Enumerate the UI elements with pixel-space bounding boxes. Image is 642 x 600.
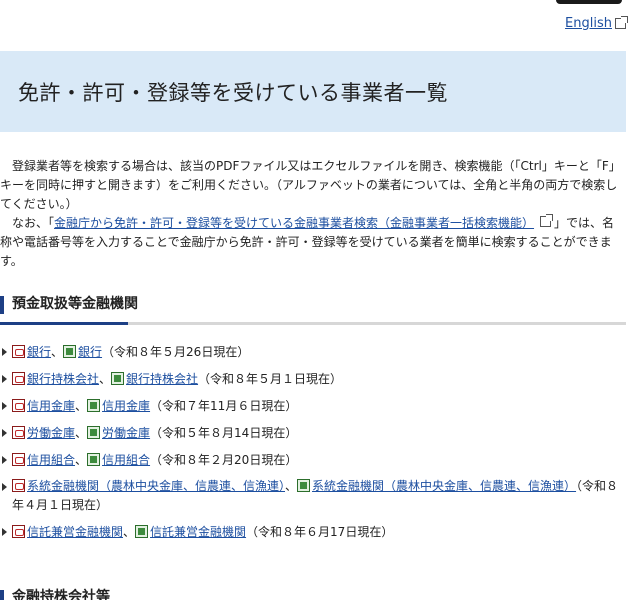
- list-item: 信用組合、 信用組合（令和８年２月20日現在）: [0, 450, 626, 470]
- pdf-link[interactable]: 信託兼営金融機関: [27, 525, 123, 539]
- language-switch[interactable]: English: [565, 16, 628, 31]
- as-of-date: （令和８年５月26日現在）: [102, 345, 250, 359]
- pdf-file-icon: [12, 479, 25, 492]
- excel-file-icon: [63, 345, 77, 358]
- separator: 、: [99, 372, 112, 386]
- bulk-search-link[interactable]: 金融庁から免許・許可・登録等を受けている金融事業者検索（金融事業者一括検索機能）: [54, 216, 534, 230]
- page-title-band: 免許・許可・登録等を受けている事業者一覧: [0, 51, 626, 132]
- section-heading-holding-companies: 金融持株会社等: [0, 589, 200, 600]
- as-of-date: （令和８年５月１日現在）: [198, 372, 343, 386]
- intro-paragraph-1: 登録業者等を検索する場合は、該当のPDFファイル又はエクセルファイルを開き、検索…: [0, 159, 621, 211]
- list-item: 信用金庫、 信用金庫（令和７年11月６日現在）: [0, 396, 626, 416]
- separator: 、: [75, 453, 88, 467]
- as-of-date: （令和７年11月６日現在）: [150, 399, 298, 413]
- excel-link[interactable]: 労働金庫: [102, 426, 150, 440]
- separator: 、: [75, 399, 88, 413]
- as-of-date: （令和８年６月17日現在）: [246, 525, 394, 539]
- section-title: 金融持株会社等: [12, 589, 110, 600]
- excel-link[interactable]: 信用金庫: [102, 399, 150, 413]
- excel-link[interactable]: 銀行: [78, 345, 102, 359]
- excel-file-icon: [111, 372, 125, 385]
- external-link-icon: [615, 16, 628, 29]
- separator: 、: [75, 426, 88, 440]
- intro-paragraph-2: なお、「金融庁から免許・許可・登録等を受けている金融事業者検索（金融事業者一括検…: [0, 214, 626, 271]
- section-heading-deposit-institutions: 預金取扱等金融機関: [0, 292, 626, 325]
- separator: 、: [285, 479, 298, 493]
- list-item: 銀行、 銀行（令和８年５月26日現在）: [0, 342, 626, 362]
- institution-list: 銀行、 銀行（令和８年５月26日現在） 銀行持株会社、 銀行持株会社（令和８年５月１…: [0, 342, 626, 549]
- pdf-file-icon: [12, 426, 25, 439]
- separator: 、: [123, 525, 136, 539]
- excel-link[interactable]: 信用組合: [102, 453, 150, 467]
- as-of-date: （令和５年８月14日現在）: [150, 426, 298, 440]
- list-item: 銀行持株会社、 銀行持株会社（令和８年５月１日現在）: [0, 369, 626, 389]
- pdf-link[interactable]: 信用組合: [27, 453, 75, 467]
- excel-link[interactable]: 信託兼営金融機関: [150, 525, 246, 539]
- pdf-file-icon: [12, 372, 25, 385]
- excel-file-icon: [87, 426, 101, 439]
- pdf-link[interactable]: 信用金庫: [27, 399, 75, 413]
- top-bar-fragment: [556, 0, 622, 4]
- excel-file-icon: [87, 399, 101, 412]
- pdf-link[interactable]: 系統金融機関（農林中央金庫、信農連、信漁連）: [27, 479, 285, 493]
- list-item: 労働金庫、 労働金庫（令和５年８月14日現在）: [0, 423, 626, 443]
- pdf-file-icon: [12, 399, 25, 412]
- external-link-icon: [540, 214, 554, 227]
- list-item: 系統金融機関（農林中央金庫、信農連、信漁連）、 系統金融機関（農林中央金庫、信農連…: [0, 477, 626, 515]
- pdf-file-icon: [12, 453, 25, 466]
- excel-file-icon: [297, 479, 311, 492]
- english-link[interactable]: English: [565, 16, 612, 31]
- excel-file-icon: [135, 525, 149, 538]
- section-title: 預金取扱等金融機関: [12, 296, 138, 312]
- as-of-date: （令和８年２月20日現在）: [150, 453, 298, 467]
- intro-text: 登録業者等を検索する場合は、該当のPDFファイル又はエクセルファイルを開き、検索…: [0, 157, 626, 271]
- pdf-file-icon: [12, 345, 25, 358]
- pdf-link[interactable]: 労働金庫: [27, 426, 75, 440]
- pdf-file-icon: [12, 525, 25, 538]
- excel-link[interactable]: 系統金融機関（農林中央金庫、信農連、信漁連）: [312, 479, 576, 493]
- separator: 、: [51, 345, 64, 359]
- page-title: 免許・許可・登録等を受けている事業者一覧: [18, 80, 448, 105]
- intro-text-fragment: なお、「: [12, 216, 55, 230]
- pdf-link[interactable]: 銀行持株会社: [27, 372, 99, 386]
- excel-file-icon: [87, 453, 101, 466]
- pdf-link[interactable]: 銀行: [27, 345, 51, 359]
- list-item: 信託兼営金融機関、 信託兼営金融機関（令和８年６月17日現在）: [0, 522, 626, 542]
- excel-link[interactable]: 銀行持株会社: [126, 372, 198, 386]
